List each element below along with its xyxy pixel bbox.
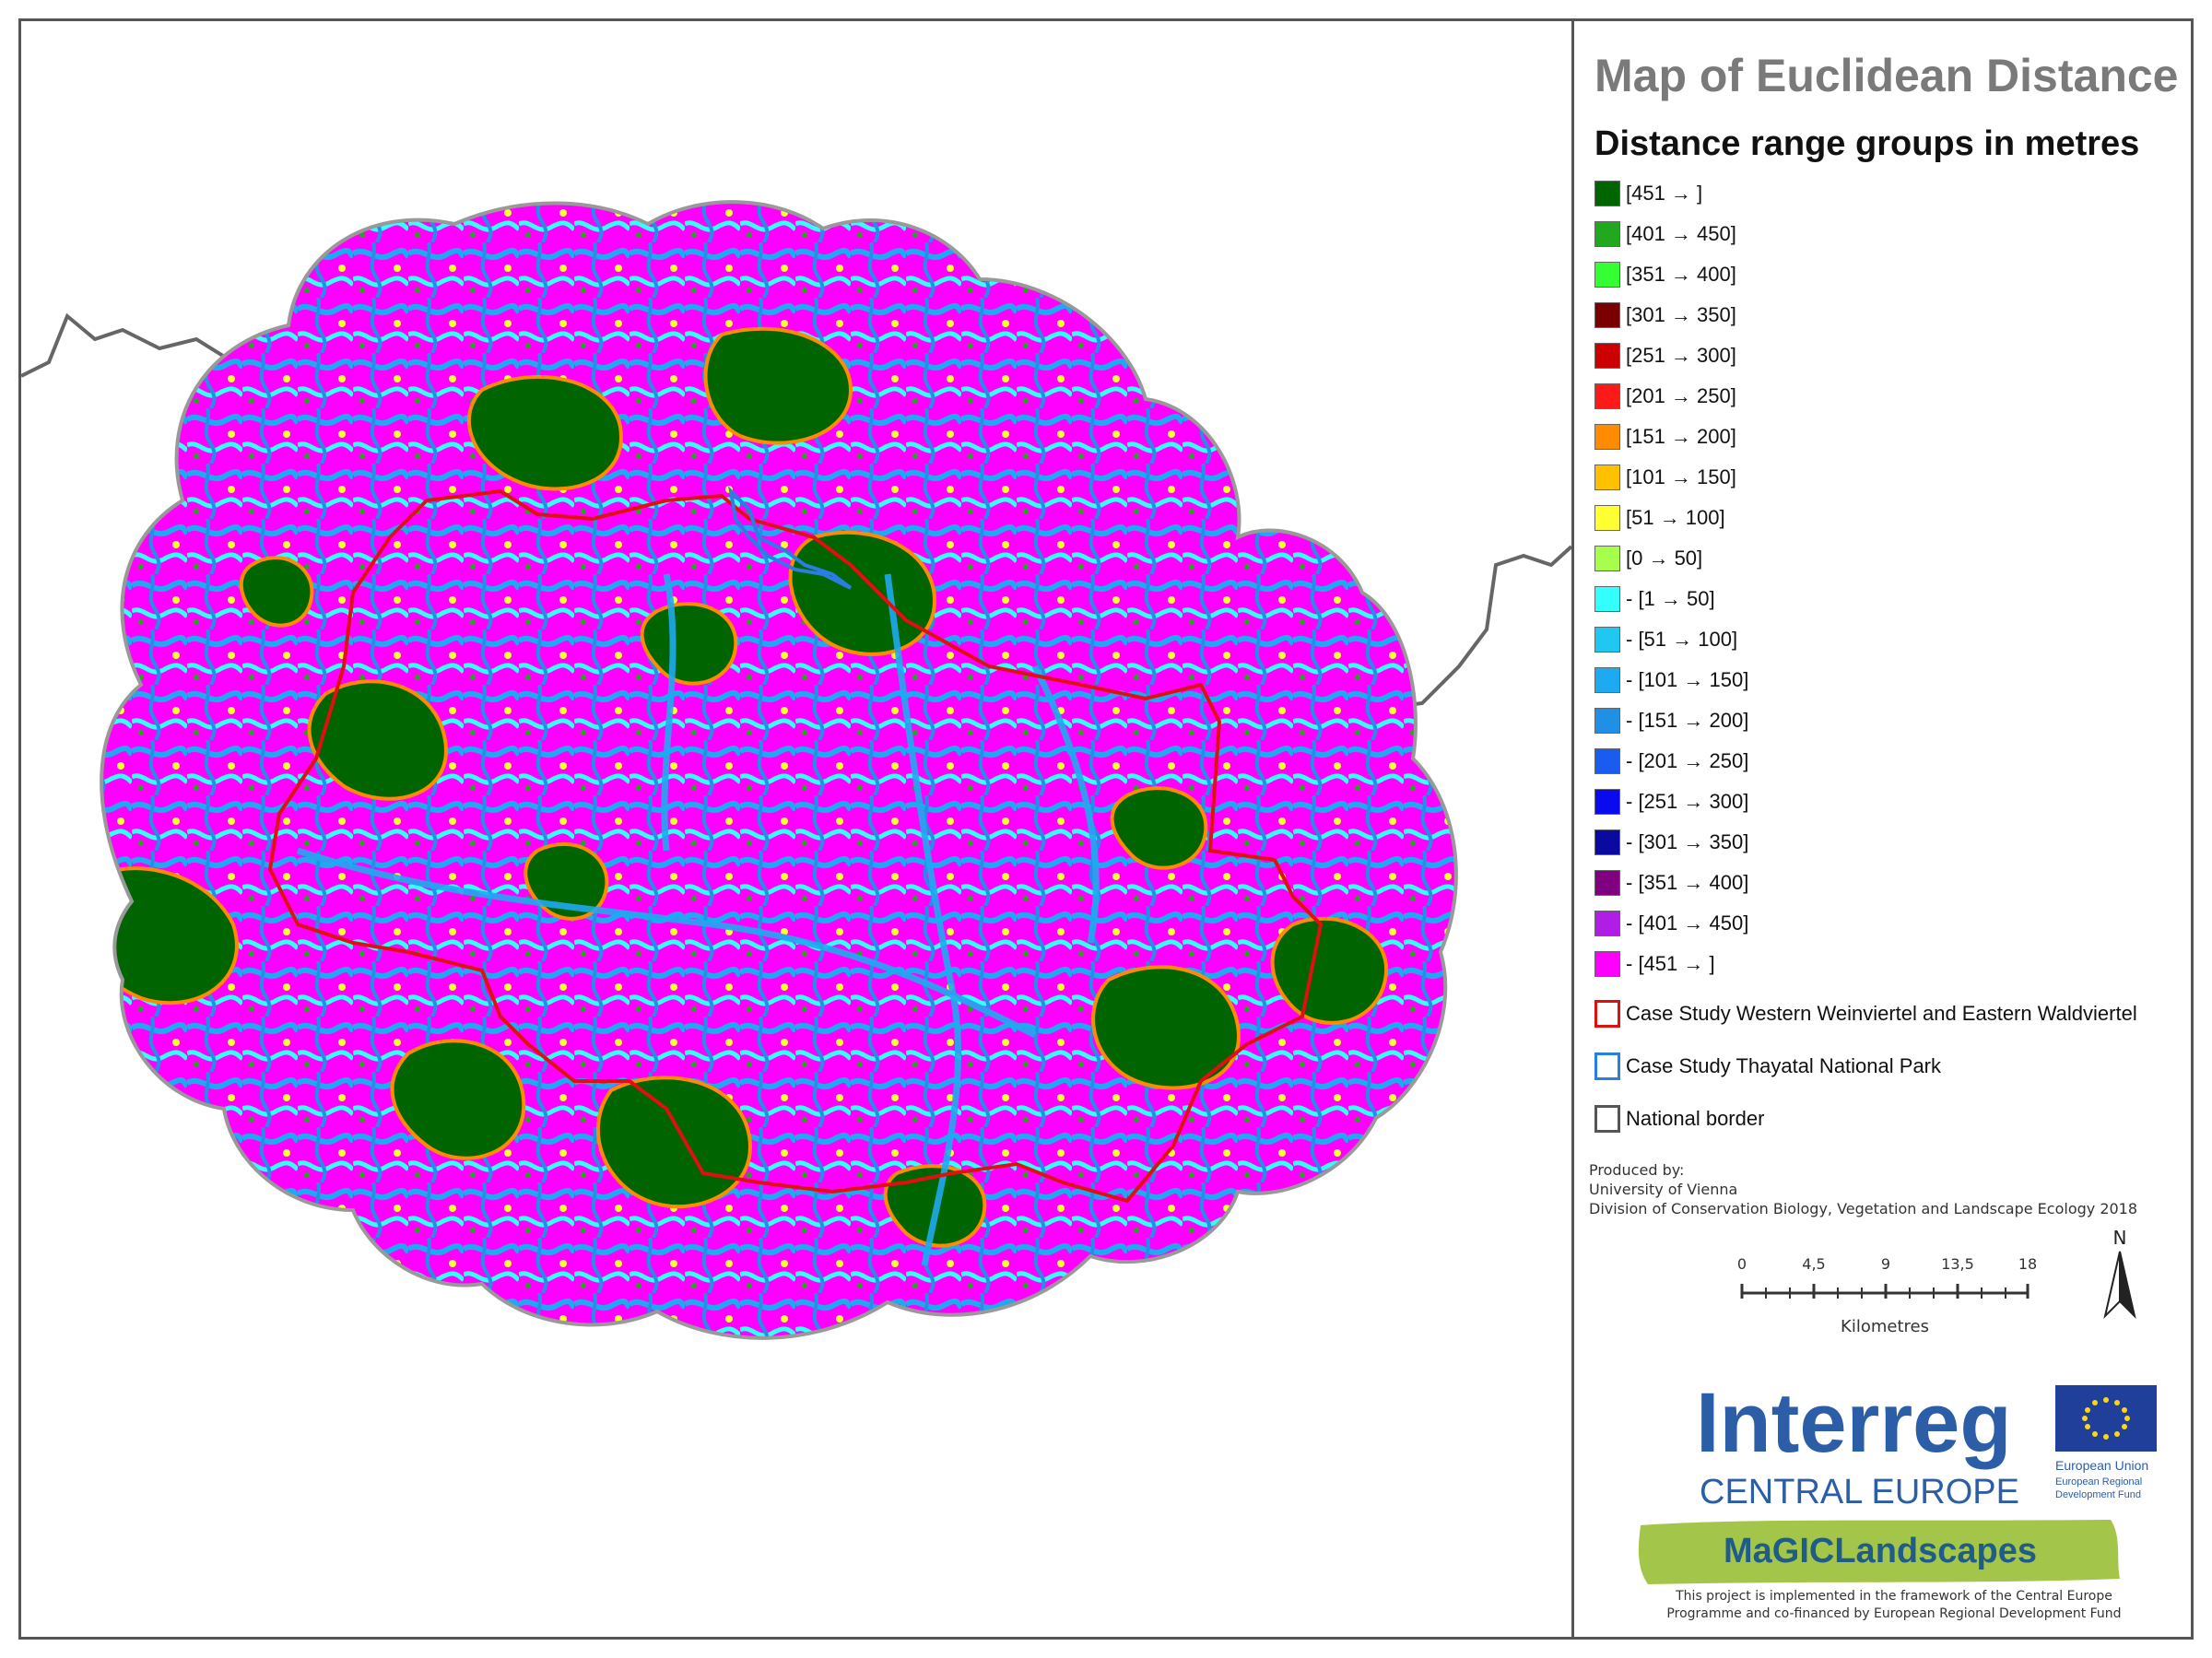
legend-swatch xyxy=(1594,951,1620,977)
scale-tick-label: 0 xyxy=(1737,1255,1747,1273)
scale-tick-label: 13,5 xyxy=(1941,1255,1974,1273)
legend-swatch xyxy=(1594,627,1620,653)
legend-swatch xyxy=(1594,383,1620,409)
footer-note: This project is implemented in the frame… xyxy=(1631,1588,2157,1623)
legend-swatch xyxy=(1594,586,1620,612)
legend-label: [251 → 300] xyxy=(1626,344,1736,367)
eu-fund-label: Development Fund xyxy=(2055,1489,2141,1500)
credit-block: Produced by: University of Vienna Divisi… xyxy=(1589,1160,2137,1218)
legend-label: - [351 → 400] xyxy=(1626,871,1749,894)
panel-divider xyxy=(1571,18,1574,1640)
eu-fund-label: European Regional xyxy=(2055,1476,2142,1487)
legend-label: - [301 → 350] xyxy=(1626,830,1749,853)
legend-outline-swatch xyxy=(1594,1105,1620,1133)
legend-label: [401 → 450] xyxy=(1626,222,1736,245)
legend-outline-swatch xyxy=(1594,1052,1620,1080)
legend-swatch xyxy=(1594,181,1620,206)
legend-label: [201 → 250] xyxy=(1626,384,1736,407)
scale-tick-label: 18 xyxy=(2018,1255,2037,1273)
legend-swatch xyxy=(1594,829,1620,855)
legend-label: [451 → ] xyxy=(1626,182,1703,205)
legend-label: - [151 → 200] xyxy=(1626,709,1749,732)
legend-swatch xyxy=(1594,505,1620,531)
legend-outline-label: Case Study Thayatal National Park xyxy=(1626,1054,1941,1077)
distance-map[interactable] xyxy=(21,21,1571,1637)
legend-swatch xyxy=(1594,911,1620,936)
eu-label: European Union xyxy=(2055,1458,2148,1473)
scale-unit-label: Kilometres xyxy=(1841,1317,1929,1336)
footer-line: This project is implemented in the frame… xyxy=(1676,1589,2112,1604)
legend-swatch xyxy=(1594,708,1620,734)
legend-label: - [51 → 100] xyxy=(1626,628,1738,651)
legend-label: [351 → 400] xyxy=(1626,263,1736,286)
legend-label: - [101 → 150] xyxy=(1626,668,1749,691)
scale-tick-label: 9 xyxy=(1881,1255,1890,1273)
distance-raster xyxy=(101,202,1456,1338)
legend-swatch xyxy=(1594,789,1620,815)
legend-swatch xyxy=(1594,302,1620,328)
interreg-wordmark: Interreg xyxy=(1696,1376,2012,1470)
legend-label: - [251 → 300] xyxy=(1626,790,1749,813)
interreg-subtitle: CENTRAL EUROPE xyxy=(1700,1473,2019,1511)
credit-line: Division of Conservation Biology, Vegeta… xyxy=(1589,1200,2138,1217)
map-title: Map of Euclidean Distance xyxy=(1594,50,2179,101)
north-label: N xyxy=(2113,1227,2127,1249)
legend-label: [0 → 50] xyxy=(1626,547,1703,570)
scale-tick-label: 4,5 xyxy=(1802,1255,1825,1273)
legend-swatch xyxy=(1594,546,1620,571)
legend-outline-label: National border xyxy=(1626,1107,1765,1130)
legend-label: - [401 → 450] xyxy=(1626,911,1749,935)
legend-label: - [451 → ] xyxy=(1626,952,1715,975)
legend-heading: Distance range groups in metres xyxy=(1594,124,2140,163)
footer-line: Programme and co-financed by European Re… xyxy=(1666,1606,2122,1621)
legend-panel: Map of Euclidean Distance Distance range… xyxy=(1576,21,2191,1637)
legend-swatch xyxy=(1594,870,1620,896)
credit-line: Produced by: xyxy=(1589,1161,1685,1179)
legend-label: [101 → 150] xyxy=(1626,465,1736,488)
interreg-logo: Interreg CENTRAL EUROPE European Union E… xyxy=(1696,1376,2157,1511)
legend-swatch xyxy=(1594,221,1620,247)
legend-label: [151 → 200] xyxy=(1626,425,1736,448)
legend-label: [51 → 100] xyxy=(1626,506,1725,529)
legend-outline-label: Case Study Western Weinviertel and Easte… xyxy=(1626,1002,2137,1025)
legend-swatch xyxy=(1594,748,1620,774)
legend-label: - [1 → 50] xyxy=(1626,587,1715,610)
legend-label: - [201 → 250] xyxy=(1626,749,1749,772)
legend-swatch xyxy=(1594,343,1620,369)
map-panel[interactable] xyxy=(21,21,1571,1637)
legend-swatch xyxy=(1594,424,1620,450)
legend-outline-swatch xyxy=(1594,1000,1620,1028)
legend-swatch xyxy=(1594,262,1620,288)
magiclandscapes-wordmark: MaGICLandscapes xyxy=(1724,1532,2037,1570)
scale-bar: 0 4,5 9 13,5 18 Kilometres xyxy=(1737,1255,2037,1336)
eu-flag-icon xyxy=(2055,1385,2157,1452)
legend-swatch xyxy=(1594,464,1620,490)
legend-swatch xyxy=(1594,667,1620,693)
magiclandscapes-logo: MaGICLandscapes xyxy=(1638,1520,2120,1584)
north-arrow-icon: N xyxy=(2103,1227,2136,1320)
credit-line: University of Vienna xyxy=(1589,1181,1738,1198)
legend-label: [301 → 350] xyxy=(1626,303,1736,326)
